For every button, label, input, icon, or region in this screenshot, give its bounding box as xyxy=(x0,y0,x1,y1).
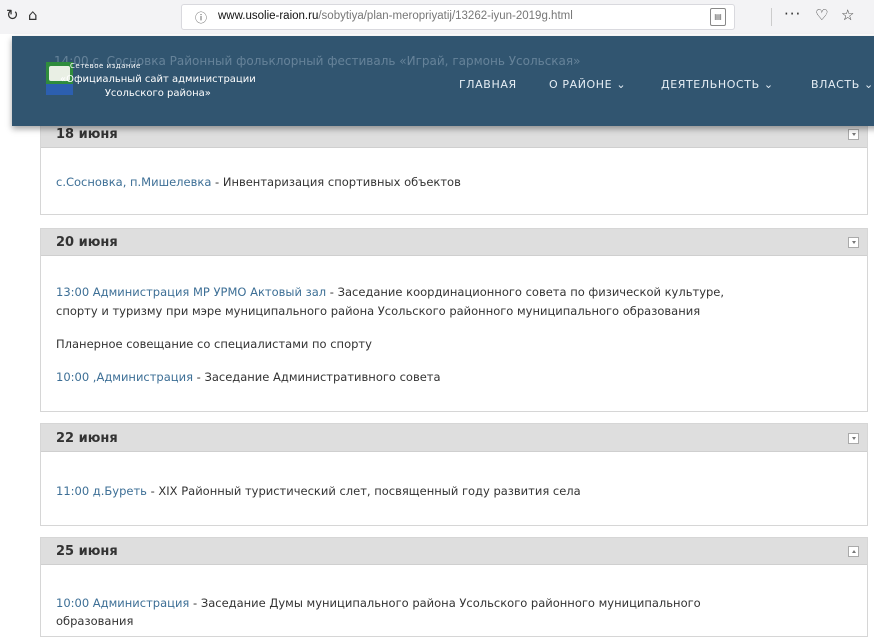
browser-toolbar: ↻ ⌂ ⓘ www.usolie-raion.ru/sobytiya/plan-… xyxy=(0,0,874,34)
event-text: спорту и туризму при мэре муниципального… xyxy=(56,304,701,318)
event-text: - Заседание Административного совета xyxy=(193,370,441,384)
event-line: Планерное совещание со специалистами по … xyxy=(56,337,372,352)
day-title: 22 июня xyxy=(56,431,118,446)
event-text: - Заседание координационного совета по ф… xyxy=(326,285,725,299)
day-header[interactable]: 20 июня xyxy=(41,229,867,256)
bookmark-star-icon[interactable]: ☆ xyxy=(841,6,854,24)
event-text: Планерное совещание со специалистами по … xyxy=(56,337,372,351)
nav-government[interactable]: ВЛАСТЬ ⌄ xyxy=(811,78,874,91)
day-title: 20 июня xyxy=(56,235,118,250)
expand-toggle-icon[interactable] xyxy=(848,546,859,557)
site-header: 14:00 с. Сосновка Районный фольклорный ф… xyxy=(12,36,874,126)
url-text: www.usolie-raion.ru/sobytiya/plan-meropr… xyxy=(218,10,573,22)
event-line: 13:00 Администрация МР УРМО Актовый зал … xyxy=(56,285,724,300)
day-panel-25: 25 июня 10:00 Администрация - Заседание … xyxy=(40,537,868,637)
reload-icon[interactable]: ↻ xyxy=(6,6,19,24)
more-actions-icon[interactable]: ··· xyxy=(784,5,801,23)
event-line: 10:00 ,Администрация - Заседание Админис… xyxy=(56,370,441,385)
event-line: спорту и туризму при мэре муниципального… xyxy=(56,304,700,319)
nav-home[interactable]: ГЛАВНАЯ xyxy=(459,78,517,91)
day-panel-20: 20 июня 13:00 Администрация МР УРМО Акто… xyxy=(40,228,868,412)
event-link[interactable]: 13:00 Администрация МР УРМО Актовый зал xyxy=(56,285,326,299)
event-link[interactable]: 10:00 ,Администрация xyxy=(56,370,193,384)
toolbar-divider xyxy=(771,8,772,26)
day-title: 18 июня xyxy=(56,127,118,142)
collapse-toggle-icon[interactable] xyxy=(848,237,859,248)
day-panel-22: 22 июня 11:00 д.Буреть - XIX Районный ту… xyxy=(40,423,868,526)
day-header[interactable]: 25 июня xyxy=(41,538,867,565)
event-link[interactable]: с.Сосновка, п.Мишелевка xyxy=(56,175,211,189)
event-line: с.Сосновка, п.Мишелевка - Инвентаризация… xyxy=(56,175,461,190)
collapse-toggle-icon[interactable] xyxy=(848,129,859,140)
day-title: 25 июня xyxy=(56,544,118,559)
nav-activity[interactable]: ДЕЯТЕЛЬНОСТЬ ⌄ xyxy=(661,78,774,91)
day-panel-18: 18 июня с.Сосновка, п.Мишелевка - Инвент… xyxy=(40,120,868,215)
home-icon[interactable]: ⌂ xyxy=(28,6,38,24)
event-text: - XIX Районный туристический слет, посвя… xyxy=(146,484,581,498)
pocket-icon[interactable]: ♡ xyxy=(815,6,828,24)
site-tagline: Сетевое издание xyxy=(70,62,141,70)
reader-mode-icon[interactable]: ▤ xyxy=(710,8,726,26)
address-bar[interactable]: ⓘ www.usolie-raion.ru/sobytiya/plan-mero… xyxy=(181,4,735,30)
collapse-toggle-icon[interactable] xyxy=(848,433,859,444)
event-text: - Заседание Думы муниципального района У… xyxy=(189,596,701,610)
event-text: образования xyxy=(56,614,134,628)
event-link[interactable]: 11:00 д.Буреть xyxy=(56,484,147,498)
event-line: 10:00 Администрация - Заседание Думы мун… xyxy=(56,596,701,611)
site-name[interactable]: «Официальный сайт администрации Усольско… xyxy=(60,73,256,101)
day-header[interactable]: 22 июня xyxy=(41,424,867,452)
event-link[interactable]: 10:00 Администрация xyxy=(56,596,189,610)
event-text: - Инвентаризация спортивных объектов xyxy=(211,175,461,189)
site-info-icon[interactable]: ⓘ xyxy=(195,9,207,26)
nav-about-region[interactable]: О РАЙОНЕ ⌄ xyxy=(549,78,626,91)
event-line: 11:00 д.Буреть - XIX Районный туристичес… xyxy=(56,484,581,499)
